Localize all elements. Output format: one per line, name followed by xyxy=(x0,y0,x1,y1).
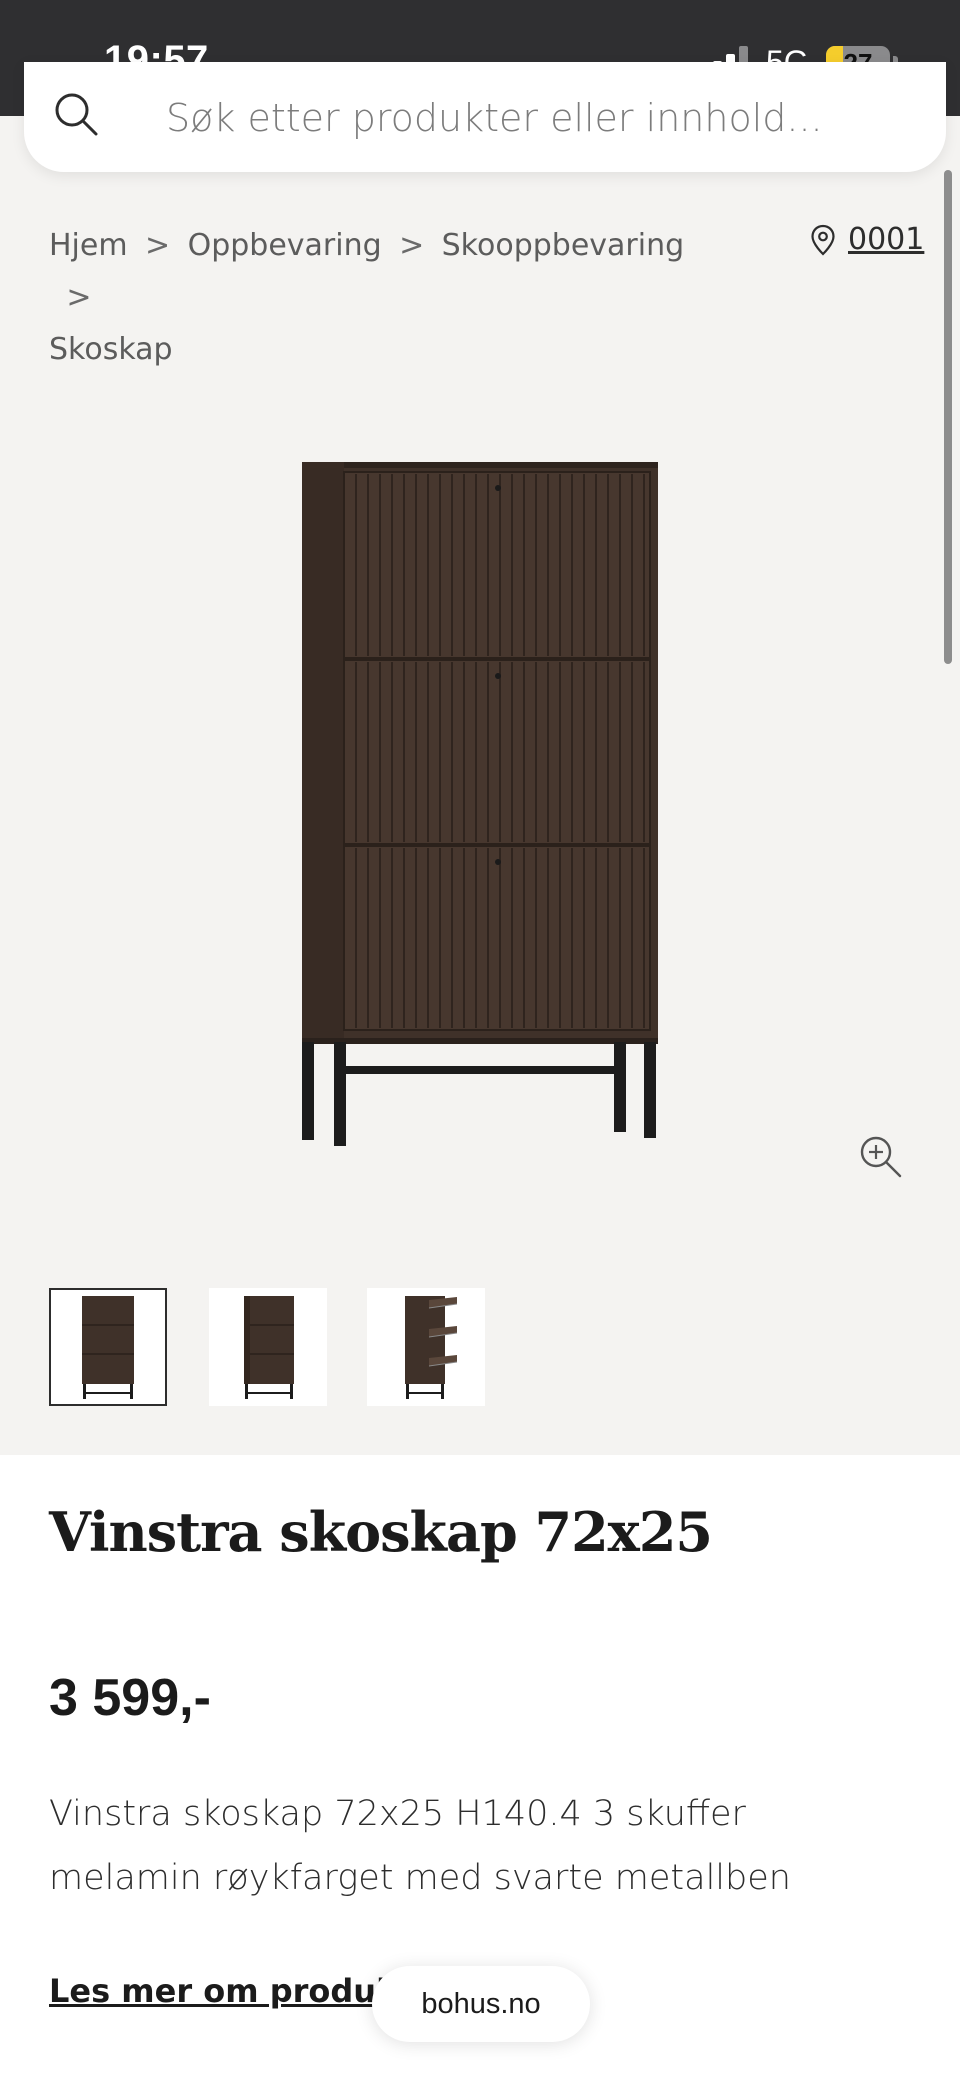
breadcrumb: Hjem > Oppbevaring > Skooppbevaring > Skoskap xyxy=(49,220,689,376)
search-bar[interactable]: Søk etter produkter eller innhold... xyxy=(24,62,946,172)
product-description: Vinstra skoskap 72x25 H140.4 3 skuffer m… xyxy=(49,1794,791,1898)
store-number-link[interactable]: 0001 xyxy=(848,222,924,257)
breadcrumb-separator: > xyxy=(399,228,425,263)
thumbnail-image xyxy=(244,1296,294,1399)
breadcrumb-item-skooppbevaring[interactable]: Skooppbevaring xyxy=(442,228,685,263)
product-title: Vinstra skoskap 72x25 xyxy=(49,1500,713,1564)
breadcrumb-separator: > xyxy=(145,228,171,263)
domain-pill[interactable]: bohus.no xyxy=(372,1966,590,2042)
zoom-in-icon[interactable] xyxy=(858,1134,904,1180)
product-image[interactable] xyxy=(298,458,662,1146)
breadcrumb-item-skoskap[interactable]: Skoskap xyxy=(49,332,173,367)
breadcrumb-item-oppbevaring[interactable]: Oppbevaring xyxy=(188,228,382,263)
location-pin-icon xyxy=(811,224,835,256)
thumbnail-image xyxy=(82,1296,134,1399)
search-input[interactable]: Søk etter produkter eller innhold... xyxy=(166,96,823,140)
breadcrumb-separator: > xyxy=(66,280,92,315)
thumbnail-open[interactable] xyxy=(367,1288,485,1406)
search-icon[interactable] xyxy=(52,90,100,138)
store-selector[interactable]: 0001 xyxy=(810,222,924,257)
thumbnail-image xyxy=(405,1296,458,1399)
scrollbar[interactable] xyxy=(944,170,952,664)
breadcrumb-item-hjem[interactable]: Hjem xyxy=(49,228,128,263)
thumbnail-front[interactable] xyxy=(49,1288,167,1406)
product-price: 3 599,- xyxy=(49,1669,211,1727)
thumbnail-angle[interactable] xyxy=(209,1288,327,1406)
